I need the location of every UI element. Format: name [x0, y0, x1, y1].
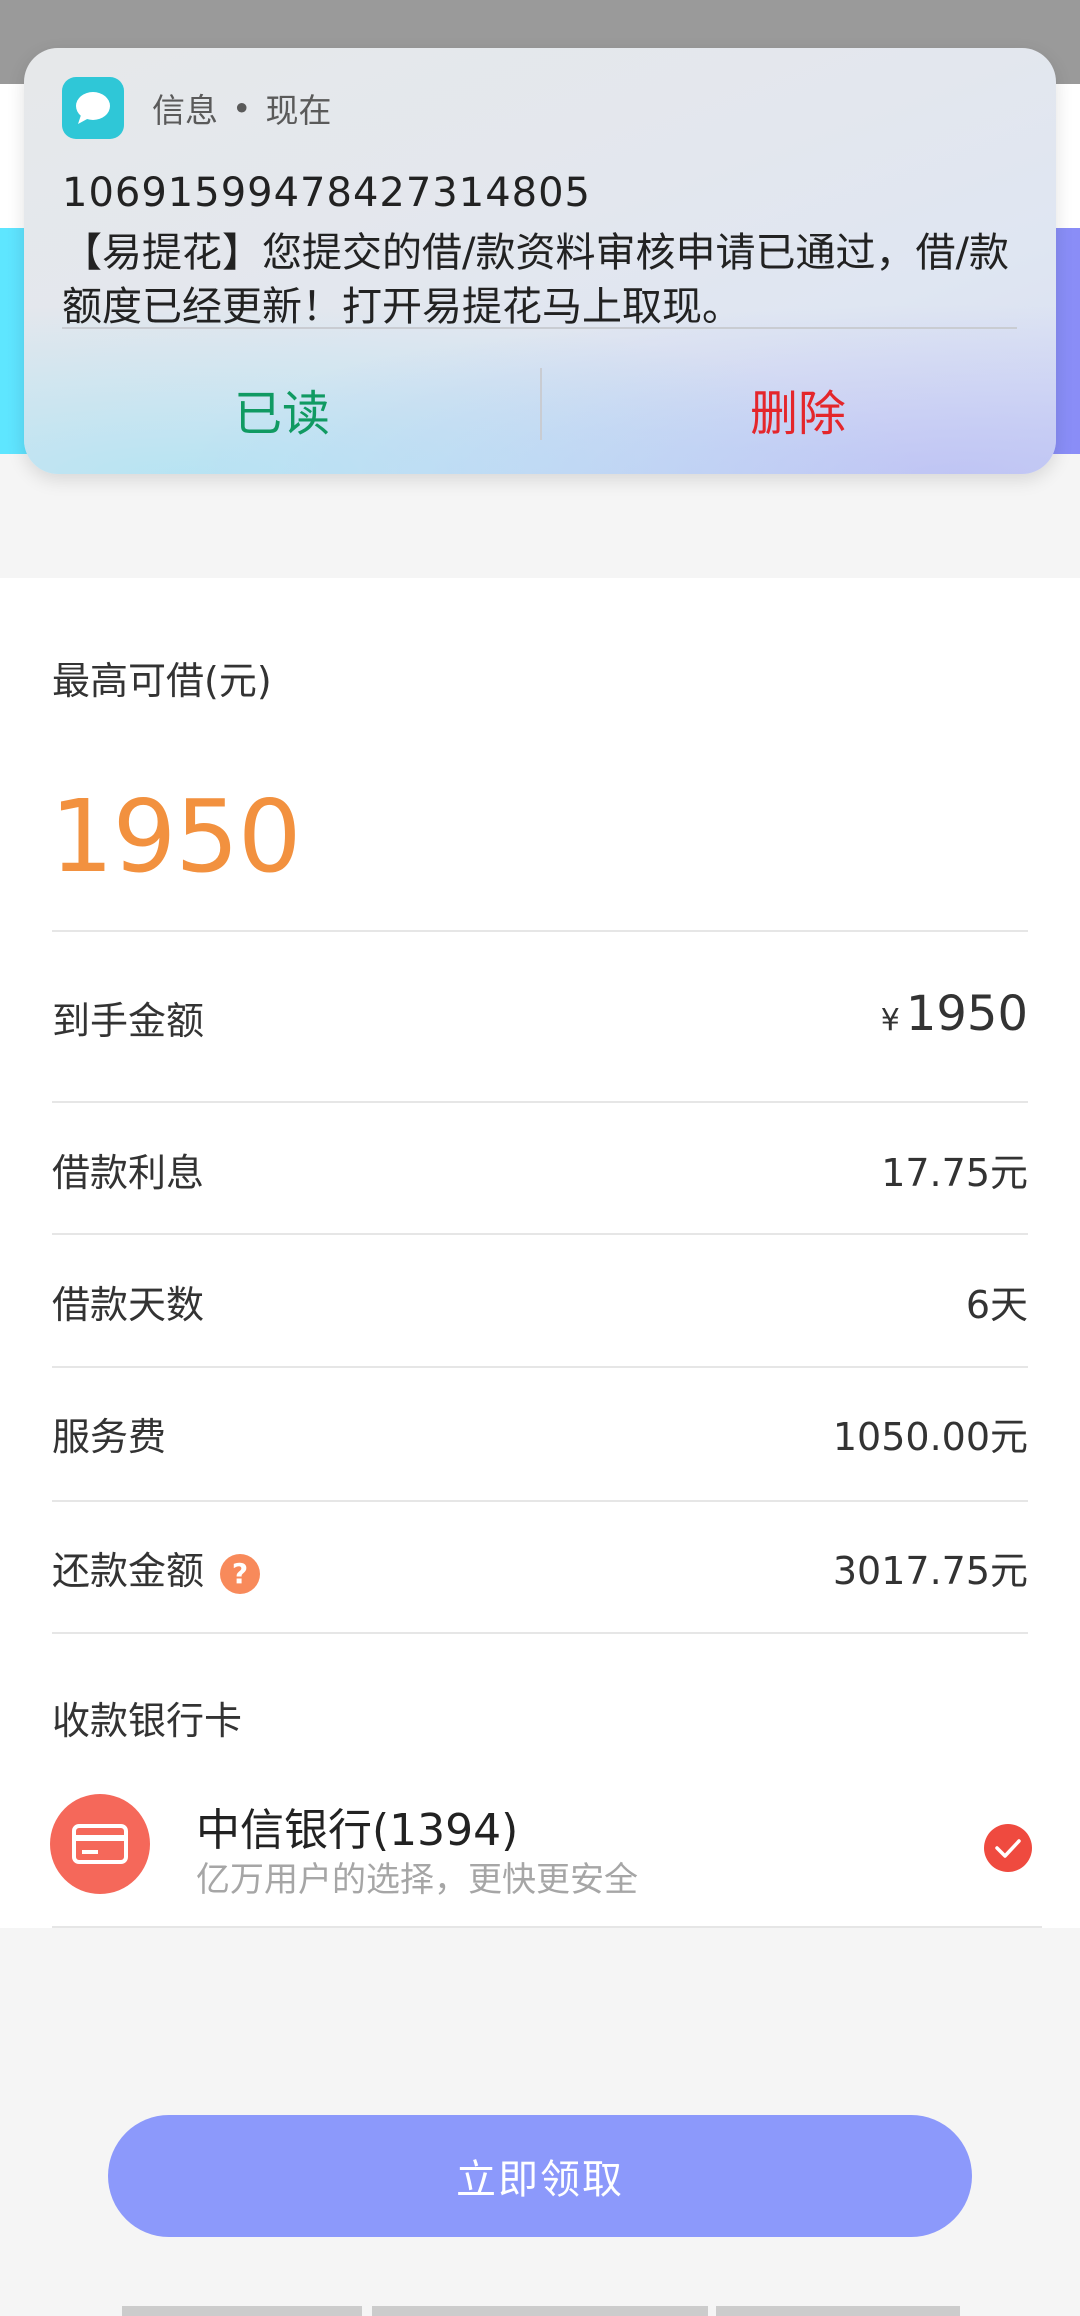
claim-now-button[interactable]: 立即领取	[108, 2115, 972, 2237]
loan-days-label: 借款天数	[52, 1283, 205, 1327]
screen: 信息 • 现在 1069159947842731480​5 【易提花】您提交的借…	[0, 0, 1080, 2316]
notification-divider	[62, 327, 1017, 329]
divider	[52, 1233, 1028, 1235]
nav-indicator	[716, 2306, 960, 2316]
bank-subtitle: 亿万用户的选择，更快更安全	[196, 1860, 638, 1900]
divider	[52, 1632, 1028, 1634]
delete-button[interactable]: 删除	[540, 364, 1056, 454]
notification-header: 信息 • 现在	[62, 76, 331, 140]
currency-symbol: ¥	[880, 1003, 900, 1038]
notification-separator: •	[232, 88, 252, 128]
message-bubble-icon	[62, 77, 124, 139]
loan-days-value: 6天	[965, 1283, 1028, 1327]
divider	[52, 1366, 1028, 1368]
check-icon[interactable]	[984, 1824, 1032, 1872]
divider	[52, 1926, 1042, 1928]
nav-indicator	[372, 2306, 708, 2316]
help-icon[interactable]: ?	[220, 1553, 261, 1594]
divider	[52, 1101, 1028, 1103]
max-loan-label: 最高可借(元)	[52, 659, 272, 703]
service-fee-value: 1050.00元	[832, 1415, 1028, 1459]
divider	[52, 930, 1028, 932]
notification-sender: 1069159947842731480​5	[62, 170, 591, 216]
bank-section-label: 收款银行卡	[52, 1699, 243, 1743]
notification-app-name: 信息	[152, 91, 218, 130]
repayment-label-text: 还款金额	[52, 1549, 205, 1593]
notification-body: 【易提花】您提交的借/款资料审核申请已通过，借/款额度已经更新！打开易提花马上取…	[62, 230, 1009, 330]
sms-notification[interactable]: 信息 • 现在 1069159947842731480​5 【易提花】您提交的借…	[24, 48, 1056, 474]
interest-label: 借款利息	[52, 1151, 205, 1195]
service-fee-label: 服务费	[52, 1415, 167, 1459]
repayment-amount-value: 3017.75元	[832, 1549, 1028, 1593]
bank-name[interactable]: 中信银行(1394)	[196, 1794, 518, 1858]
received-amount-value: ¥1950	[881, 986, 1028, 1042]
max-loan-amount: 1950	[50, 778, 301, 895]
bank-card-icon	[50, 1794, 150, 1894]
interest-value: 17.75元	[881, 1151, 1028, 1195]
mark-read-button[interactable]: 已读	[24, 364, 540, 454]
actions-divider	[540, 368, 542, 440]
notification-time: 现在	[265, 91, 332, 130]
received-amount-label: 到手金额	[52, 999, 205, 1043]
repayment-amount-label: 还款金额?	[52, 1540, 261, 1595]
nav-indicator	[122, 2306, 362, 2316]
divider	[52, 1500, 1028, 1502]
received-amount-number: 1950	[905, 986, 1028, 1042]
